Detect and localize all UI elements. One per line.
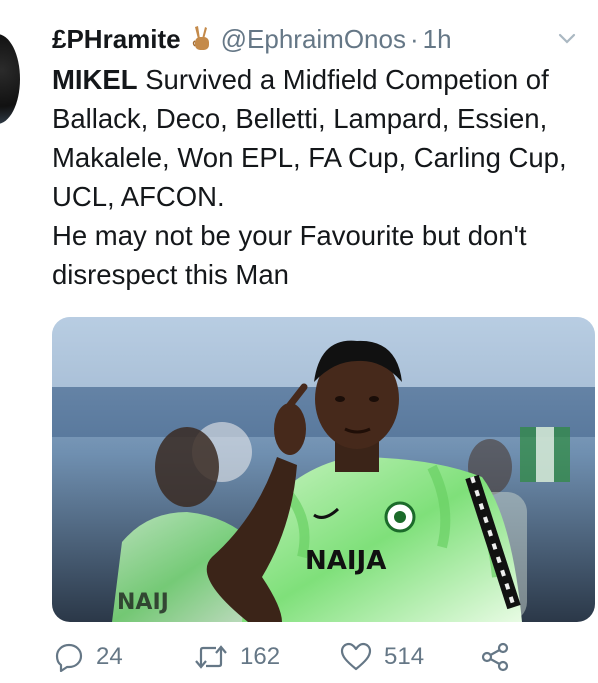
chevron-down-icon[interactable] [556, 28, 578, 50]
front-jersey-text: NAIJA [305, 546, 386, 576]
like-count: 514 [384, 643, 425, 670]
retweet-count: 162 [240, 643, 281, 670]
victory-hand-icon [192, 26, 209, 50]
reply-button[interactable]: 24 [54, 642, 123, 672]
tweet-header: £PHramite @EphraimOnos · 1h [52, 22, 582, 56]
avatar[interactable] [0, 34, 20, 124]
reply-count: 24 [96, 643, 123, 670]
retweet-icon [195, 645, 227, 669]
tweet-text: MIKEL Survived a Midfield Competion of B… [52, 60, 592, 294]
timestamp[interactable]: 1h [423, 24, 452, 55]
display-name[interactable]: £PHramite [52, 24, 181, 55]
share-icon [481, 642, 509, 672]
photo-illustration: NAIJ NAIJA [52, 317, 595, 622]
tweet-actions: 24 162 514 [52, 642, 598, 682]
user-handle[interactable]: @EphraimOnos [221, 24, 406, 55]
share-button[interactable] [480, 642, 522, 672]
separator-dot: · [409, 23, 419, 54]
retweet-button[interactable]: 162 [194, 642, 280, 672]
tweet-text-bold: MIKEL [52, 64, 138, 95]
back-jersey-text: NAIJ [117, 590, 169, 615]
tweet-media-photo[interactable]: NAIJ NAIJA [52, 317, 595, 622]
reply-icon [55, 643, 83, 672]
tweet-text-line2: He may not be your Favourite but don't d… [52, 220, 527, 290]
like-button[interactable]: 514 [340, 642, 424, 672]
heart-icon [340, 642, 372, 671]
